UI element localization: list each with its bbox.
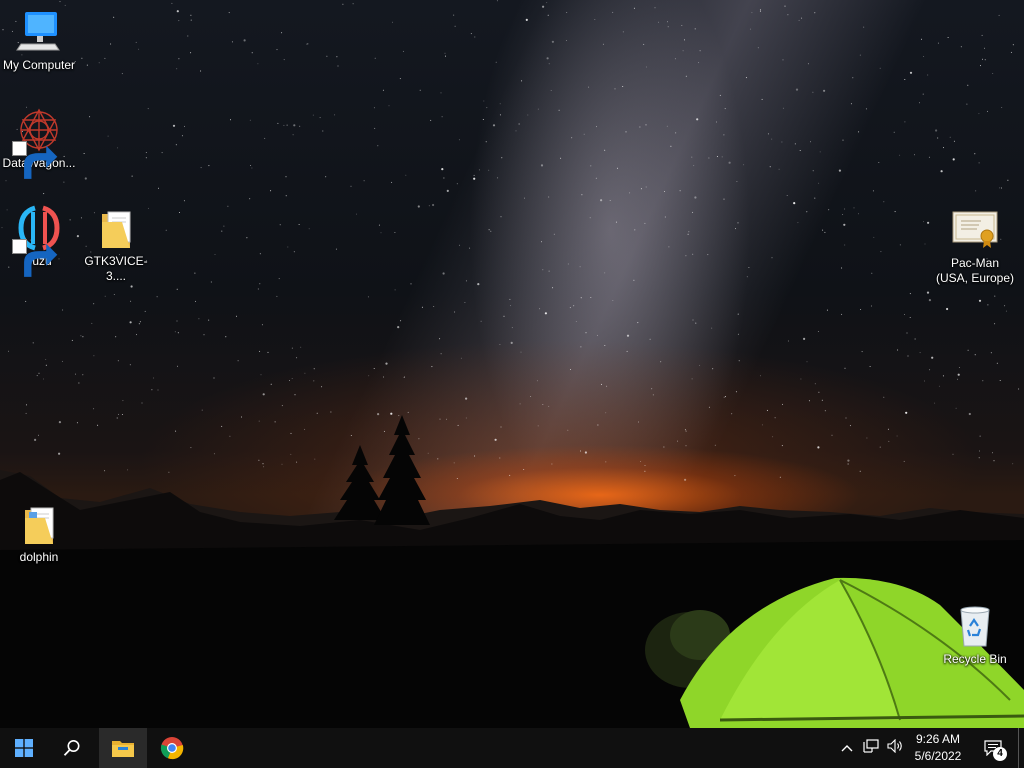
landscape-silhouette xyxy=(0,415,1024,728)
tray-overflow-button[interactable] xyxy=(835,728,859,768)
taskbar: 9:26 AM 5/6/2022 4 xyxy=(0,728,1024,768)
yuzu-icon xyxy=(12,204,63,277)
taskbar-file-explorer[interactable] xyxy=(99,728,147,768)
shortcut-arrow-icon xyxy=(12,141,58,179)
datawagon-icon xyxy=(12,106,63,179)
desktop-icon-gtk3vice[interactable]: GTK3VICE-3.... xyxy=(78,204,154,284)
desktop-icon-datawagon[interactable]: DataWagon... xyxy=(1,106,77,179)
clock-time: 9:26 AM xyxy=(915,732,961,746)
taskbar-clock[interactable]: 9:26 AM 5/6/2022 xyxy=(903,731,973,765)
volume-icon xyxy=(886,738,904,758)
computer-icon xyxy=(15,8,63,56)
desktop-wallpaper: My Computer DataWagon... yuzu GTK3VICE-3… xyxy=(0,0,1024,728)
folder-icon xyxy=(92,204,140,252)
clock-date: 5/6/2022 xyxy=(914,749,962,763)
file-explorer-icon xyxy=(111,738,135,758)
notification-icon: 4 xyxy=(984,740,1007,761)
certificate-file-icon xyxy=(951,206,999,254)
action-center-button[interactable]: 4 xyxy=(980,728,1007,768)
shortcut-arrow-icon xyxy=(12,239,58,277)
desktop-icon-label: Recycle Bin xyxy=(943,652,1007,666)
start-button[interactable] xyxy=(0,728,48,768)
desktop-icon-label: My Computer xyxy=(2,58,76,72)
start-icon xyxy=(15,739,33,757)
search-icon xyxy=(63,739,81,757)
desktop-icon-label: dolphin xyxy=(19,550,59,564)
desktop-icon-dolphin[interactable]: dolphin xyxy=(1,500,77,565)
search-button[interactable] xyxy=(48,728,96,768)
chevron-up-icon xyxy=(841,739,853,757)
desktop-icon-label: Pac-Man (USA, Europe) xyxy=(935,256,1015,285)
network-icon xyxy=(863,738,879,758)
show-desktop-button[interactable] xyxy=(1018,728,1024,768)
desktop-icon-my-computer[interactable]: My Computer xyxy=(1,8,77,73)
desktop-icon-recycle-bin[interactable]: Recycle Bin xyxy=(937,602,1013,667)
desktop-icon-label: GTK3VICE-3.... xyxy=(84,254,148,283)
recycle-bin-icon xyxy=(951,602,999,650)
notification-count-badge: 4 xyxy=(993,747,1007,761)
tray-network-button[interactable] xyxy=(859,728,883,768)
desktop-icon-pac-man[interactable]: Pac-Man (USA, Europe) xyxy=(935,206,1015,286)
taskbar-chrome[interactable] xyxy=(148,728,196,768)
folder-icon xyxy=(15,500,63,548)
chrome-icon xyxy=(160,736,184,760)
desktop-icon-yuzu[interactable]: yuzu xyxy=(1,204,77,277)
